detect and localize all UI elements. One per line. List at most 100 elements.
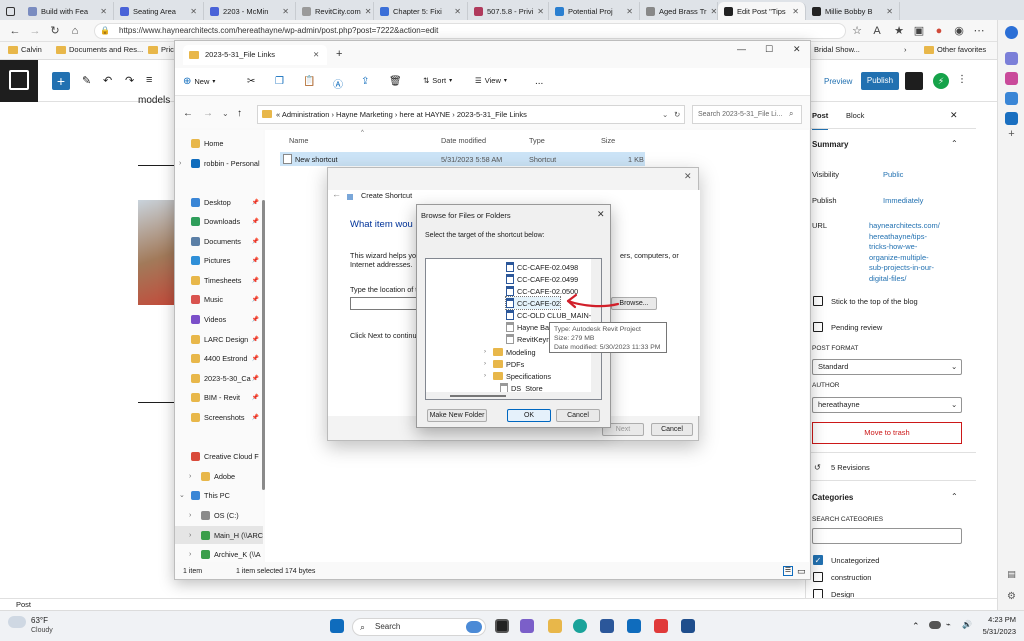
explorer-tab[interactable]: 2023-5-31_File Links ✕ (183, 45, 327, 65)
extension-icon[interactable]: ● (932, 24, 946, 38)
categories-heading[interactable]: Categories (812, 493, 853, 502)
add-sidebar-icon[interactable]: + (1005, 128, 1018, 141)
acrobat-icon[interactable] (654, 619, 668, 633)
wp-site-logo[interactable] (0, 60, 38, 102)
close-sidebar-icon[interactable]: ✕ (950, 110, 958, 121)
sidebar-item[interactable]: Creative Cloud F (175, 447, 263, 465)
url-field[interactable]: https://www.haynearchitects.com/hereatha… (94, 23, 846, 39)
post-body-text[interactable]: models (138, 95, 170, 106)
favorite-star-icon[interactable]: ☆ (850, 24, 864, 38)
onedrive-icon[interactable] (929, 621, 941, 629)
home-icon[interactable]: ⌂ (68, 24, 82, 38)
more-icon[interactable]: ⋯ (972, 24, 986, 38)
sidebar-item[interactable]: Downloads 📌 (175, 212, 263, 230)
tree-horizontal-scrollbar[interactable] (426, 392, 591, 399)
pin-icon[interactable]: 📌 (252, 296, 259, 303)
new-button[interactable]: ⊕ New ▾ (183, 76, 215, 87)
pin-icon[interactable]: 📌 (252, 414, 259, 421)
forward-icon[interactable]: → (203, 108, 213, 119)
pin-icon[interactable]: 📌 (252, 238, 259, 245)
up-icon[interactable]: ↑ (237, 108, 242, 119)
clock-date[interactable]: 5/31/2023 (978, 627, 1016, 636)
ok-button[interactable]: OK (507, 409, 551, 422)
crumb-here-at-hayne[interactable]: here at HAYNE (399, 110, 450, 119)
outlook-icon[interactable] (627, 619, 641, 633)
pin-icon[interactable]: 📌 (252, 316, 259, 323)
breadcrumb-post[interactable]: Post (16, 600, 31, 609)
refresh-icon[interactable]: ↻ (48, 24, 62, 38)
pin-icon[interactable]: 📌 (252, 375, 259, 382)
expand-chevron-icon[interactable]: › (484, 349, 490, 355)
close-tab-icon[interactable]: ✕ (100, 7, 107, 16)
volume-icon[interactable]: 🔊 (962, 620, 972, 629)
back-icon[interactable]: ← (8, 24, 22, 38)
collections-icon[interactable]: ▣ (912, 24, 926, 38)
expand-chevron-icon[interactable]: ⌄ (179, 491, 187, 499)
tiles-view-icon[interactable]: ▭ (797, 566, 806, 577)
sidebar-item[interactable]: Documents 📌 (175, 232, 263, 250)
preview-button[interactable]: Preview (824, 77, 852, 86)
add-block-icon[interactable]: + (52, 72, 70, 90)
expand-chevron-icon[interactable]: › (189, 532, 197, 539)
more-options-button[interactable]: ... (535, 76, 543, 87)
sidebar-layout-icon[interactable]: ▤ (1005, 568, 1018, 581)
shopping-icon[interactable] (1005, 72, 1018, 85)
browser-tab[interactable]: Seating Area ✕ (114, 2, 204, 20)
tree-file-item-selected[interactable]: CC-CAFE-02 (505, 296, 561, 310)
construction-checkbox[interactable] (813, 572, 823, 582)
profile-icon[interactable]: ◉ (952, 24, 966, 38)
tools-icon[interactable] (1005, 92, 1018, 105)
column-size[interactable]: Size (601, 136, 615, 145)
sidebar-item[interactable]: Videos 📌 (175, 310, 263, 328)
sidebar-item[interactable]: 2023-5-30_Ca 📌 (175, 369, 263, 387)
read-aloud-icon[interactable]: A (870, 24, 884, 38)
sidebar-settings-icon[interactable]: ⚙ (1005, 590, 1018, 603)
sidebar-item[interactable]: Music 📌 (175, 290, 263, 308)
new-tab-icon[interactable]: + (336, 48, 342, 60)
table-row[interactable]: New shortcut 5/31/2023 5:58 AM Shortcut … (280, 152, 645, 166)
make-new-folder-button[interactable]: Make New Folder (427, 409, 487, 422)
sidebar-item[interactable]: Timesheets 📌 (175, 271, 263, 289)
wizard-cancel-button[interactable]: Cancel (651, 423, 693, 436)
jetpack-icon[interactable]: ⚡ (933, 73, 949, 89)
browser-tab[interactable]: Potential Proj ✕ (549, 2, 640, 20)
bing-icon[interactable] (466, 621, 482, 633)
close-tab-icon[interactable]: ✕ (454, 7, 461, 16)
sidebar-item[interactable]: Desktop 📌 (175, 193, 263, 211)
task-view-icon[interactable] (495, 619, 509, 633)
close-window-icon[interactable]: ✕ (793, 44, 801, 55)
favorite-chevron-icon[interactable]: › (904, 45, 907, 54)
close-tab-icon[interactable]: ✕ (313, 45, 319, 65)
outlook-icon[interactable] (1005, 112, 1018, 125)
chat-icon[interactable] (520, 619, 534, 633)
start-icon[interactable] (330, 619, 344, 633)
close-tab-icon[interactable]: ✕ (282, 7, 289, 16)
tree-folder-item[interactable]: › Modeling (484, 346, 536, 358)
rename-icon[interactable]: Ⓐ (333, 76, 343, 91)
browse-cancel-button[interactable]: Cancel (556, 409, 600, 422)
copy-icon[interactable]: ❐ (275, 76, 284, 87)
clock-time[interactable]: 4:23 PM (984, 615, 1016, 624)
sidebar-item[interactable]: › Archive_K (\\A (175, 545, 263, 563)
network-icon[interactable]: ⌁ (946, 620, 951, 629)
tree-file-item[interactable]: CC-CAFE-02.0499 (506, 273, 578, 285)
redo-icon[interactable]: ↷ (125, 74, 134, 87)
refresh-icon[interactable]: ↻ (674, 106, 680, 123)
author-select[interactable]: hereathayne (812, 397, 962, 413)
tree-folder-item[interactable]: › Specifications (484, 370, 551, 382)
summary-heading[interactable]: Summary (812, 140, 848, 149)
crumb-file-links[interactable]: 2023-5-31_File Links (457, 110, 527, 119)
revisions-link[interactable]: 5 Revisions (831, 463, 870, 472)
favorite-bridal[interactable]: Bridal Show... (814, 45, 860, 54)
paste-icon[interactable]: 📋 (303, 76, 315, 87)
options-icon[interactable]: ⋮ (957, 74, 967, 85)
recent-chevron-icon[interactable]: ⌄ (222, 109, 229, 118)
bing-chat-icon[interactable] (1005, 26, 1018, 39)
browser-tab[interactable]: Chapter 5: Fixi ✕ (374, 2, 468, 20)
sidebar-item[interactable]: › robbin - Personal (175, 154, 263, 172)
tab-block[interactable]: Block (846, 111, 864, 120)
chevron-up-icon[interactable]: ⌃ (951, 492, 958, 501)
scroll-thumb[interactable] (450, 395, 506, 397)
list-view-icon[interactable]: ≡ (146, 74, 152, 86)
sidebar-item[interactable]: ⌄ This PC (175, 486, 263, 504)
